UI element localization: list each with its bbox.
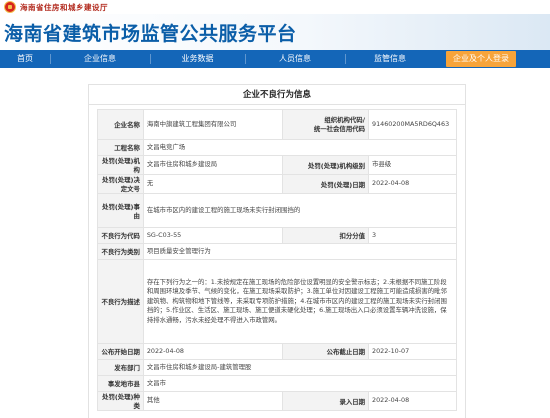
- publish-end-date-value: 2022-10-07: [368, 343, 457, 360]
- table-row: 处罚(处理)种类 其他 录入日期 2022-04-08: [97, 391, 457, 411]
- field-label: 发布部门: [97, 359, 144, 376]
- field-label: 不良行为描述: [97, 259, 144, 344]
- field-label: 组织机构代码/ 统一社会信用代码: [282, 109, 369, 140]
- table-row: 发布部门 文昌市住房和城乡建设局-建筑管理股: [97, 359, 458, 376]
- emblem-icon: [4, 1, 16, 13]
- field-label: 处罚(处理)机构: [97, 155, 144, 175]
- entry-date-value: 2022-04-08: [368, 391, 457, 411]
- department-name: 海南省住房和城乡建设厅: [20, 3, 108, 12]
- field-label: 录入日期: [282, 391, 369, 411]
- field-label: 处罚(处理)种类: [97, 391, 144, 411]
- record-panel: 企业不良行为信息 企业名称 海南中旗建筑工程集团有限公司 组织机构代码/ 统一社…: [88, 84, 466, 418]
- top-bar: 海南省住房和城乡建设厅: [0, 0, 550, 14]
- field-label: 扣分分值: [282, 227, 369, 244]
- field-label: 不良行为类别: [97, 243, 144, 260]
- field-label: 公布截止日期: [282, 343, 369, 360]
- record-table: 企业名称 海南中旗建筑工程集团有限公司 组织机构代码/ 统一社会信用代码 914…: [97, 109, 458, 411]
- table-row: 不良行为代码 SG-C03-55 扣分分值 3: [97, 227, 457, 244]
- publish-date-value: 2022-04-08: [142, 343, 284, 360]
- field-label: 处罚(处理)日期: [282, 174, 369, 194]
- nav-item-company-info[interactable]: 企业信息: [50, 50, 150, 68]
- penalty-dept-value: 文昌市住房和城乡建设局: [142, 155, 284, 175]
- penalty-type-value: 其他: [142, 391, 284, 411]
- deduct-points-value: 3: [368, 227, 457, 244]
- table-row: 事发地市县 文昌市: [97, 375, 458, 392]
- penalty-reason-value: 在城市市区内的建设工程的施工现场未实行封闭围挡的: [142, 193, 458, 228]
- dept-level-value: 市县级: [368, 155, 457, 175]
- field-label: 公布开始日期: [97, 343, 144, 360]
- field-label: 工程名称: [97, 139, 144, 156]
- page-title: 企业不良行为信息: [89, 85, 465, 105]
- nav-item-personnel-info[interactable]: 人员信息: [245, 50, 345, 68]
- behavior-desc-value: 存在下列行为之一的：1.未按规定在施工现场的危险部位设置明显的安全警示标志；2.…: [142, 259, 458, 344]
- field-label: 企业名称: [97, 109, 144, 140]
- field-label: 处罚(处理)机构级别: [282, 155, 369, 175]
- behavior-category-value: 项目质量安全管理行为: [142, 243, 458, 260]
- nav-item-supervision-info[interactable]: 监管信息: [345, 50, 435, 68]
- company-name-value: 海南中旗建筑工程集团有限公司: [142, 109, 284, 140]
- table-row: 工程名称 文昌电竞广场: [97, 139, 458, 156]
- main-nav: 首页 企业信息 业务数据 人员信息 监管信息 企业及个人登录: [0, 50, 550, 68]
- city-value: 文昌市: [142, 375, 458, 392]
- login-button[interactable]: 企业及个人登录: [446, 51, 516, 67]
- table-row: 处罚(处理)决定文号 无 处罚(处理)日期 2022-04-08: [97, 174, 457, 194]
- field-label: 处罚(处理)决定文号: [97, 174, 144, 194]
- table-row: 不良行为描述 存在下列行为之一的：1.未按规定在施工现场的危险部位设置明显的安全…: [97, 259, 458, 344]
- penalty-doc-value: 无: [142, 174, 284, 194]
- publish-dept-value: 文昌市住房和城乡建设局-建筑管理股: [142, 359, 458, 376]
- penalty-date-value: 2022-04-08: [368, 174, 457, 194]
- table-row: 公布开始日期 2022-04-08 公布截止日期 2022-10-07: [97, 343, 457, 360]
- project-name-value: 文昌电竞广场: [142, 139, 458, 156]
- table-row: 企业名称 海南中旗建筑工程集团有限公司 组织机构代码/ 统一社会信用代码 914…: [97, 109, 457, 140]
- field-label: 不良行为代码: [97, 227, 144, 244]
- nav-item-home[interactable]: 首页: [0, 50, 50, 68]
- field-label: 处罚(处理)事由: [97, 193, 144, 228]
- field-label: 事发地市县: [97, 375, 144, 392]
- table-row: 处罚(处理)事由 在城市市区内的建设工程的施工现场未实行封闭围挡的: [97, 193, 458, 228]
- org-code-value: 91460200MA5RD6Q463: [368, 109, 457, 140]
- table-row: 不良行为类别 项目质量安全管理行为: [97, 243, 458, 260]
- nav-item-business-data[interactable]: 业务数据: [150, 50, 245, 68]
- site-banner: 海南省建筑市场监管公共服务平台: [0, 14, 550, 50]
- site-title: 海南省建筑市场监管公共服务平台: [4, 23, 297, 45]
- table-row: 处罚(处理)机构 文昌市住房和城乡建设局 处罚(处理)机构级别 市县级: [97, 155, 457, 175]
- behavior-code-value: SG-C03-55: [142, 227, 284, 244]
